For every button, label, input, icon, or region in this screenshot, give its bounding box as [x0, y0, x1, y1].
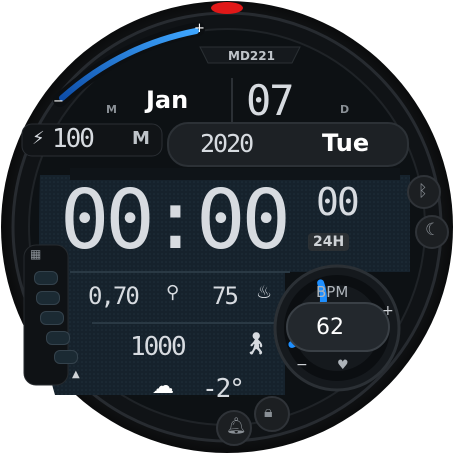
- day-label: D: [340, 103, 350, 116]
- grid-icon[interactable]: ▦: [30, 248, 41, 260]
- rain-cloud-icon: ☁︎: [152, 374, 174, 399]
- level-bar-5: [54, 350, 78, 364]
- format-badge: 24H: [308, 233, 350, 251]
- weekday-value: Tue: [322, 129, 370, 157]
- bpm-value: 62: [316, 315, 344, 340]
- level-bar-4: [46, 331, 70, 345]
- lock-icon[interactable]: 🔒︎: [264, 404, 273, 420]
- distance-value: 0,70: [88, 282, 140, 310]
- level-bar-3: [40, 311, 64, 325]
- seconds-value: 00: [316, 180, 360, 224]
- flame-icon: ♨: [256, 282, 273, 303]
- bpm-minus[interactable]: −: [296, 358, 308, 372]
- steps-value: 1000: [130, 332, 187, 362]
- bluetooth-icon[interactable]: ᛒ: [418, 183, 428, 199]
- model-label: MD221: [228, 49, 275, 63]
- bpm-label: BPM: [316, 283, 349, 301]
- bpm-plus[interactable]: +: [382, 304, 394, 318]
- moon-icon[interactable]: ☾: [425, 222, 440, 239]
- lightning-icon: ⚡: [32, 128, 45, 149]
- heart-icon: ♥: [337, 358, 349, 373]
- calories-value: 75: [212, 282, 239, 310]
- walking-person-icon: 🚶︎: [242, 332, 270, 357]
- temperature-value: -2°: [202, 374, 245, 404]
- arc-minus[interactable]: −: [53, 95, 64, 108]
- bell-icon[interactable]: 🔔︎: [226, 418, 246, 434]
- level-bar-2: [36, 291, 60, 305]
- top-led: [211, 2, 243, 14]
- arc-plus[interactable]: +: [194, 22, 205, 35]
- location-pin-icon: ⚲: [166, 282, 180, 303]
- day-value: 07: [246, 76, 295, 125]
- arrow-up-icon[interactable]: ▲: [72, 370, 80, 380]
- brand-mark: M: [132, 128, 150, 149]
- battery-level: 100: [52, 124, 95, 154]
- time-value: 00:00: [60, 173, 291, 268]
- month-label: M: [106, 103, 117, 116]
- level-bar-1: [34, 271, 58, 285]
- month-value: Jan: [146, 86, 189, 114]
- year-value: 2020: [200, 129, 254, 158]
